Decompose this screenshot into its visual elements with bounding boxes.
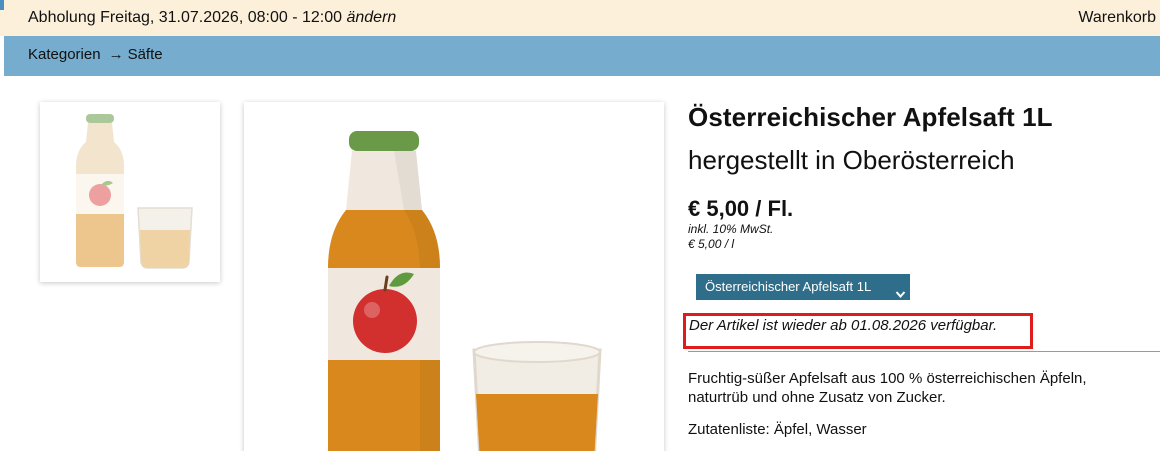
breadcrumb-categories[interactable]: Kategorien	[28, 46, 101, 63]
product-origin: hergestellt in Oberösterreich	[688, 145, 1015, 175]
juice-bottle-glass-illustration	[328, 131, 602, 451]
variant-select[interactable]: Österreichischer Apfelsaft 1L	[696, 274, 910, 300]
product-image	[244, 102, 664, 451]
product-thumbnail[interactable]	[40, 102, 220, 282]
section-divider	[688, 351, 1160, 352]
juice-bottle-icon	[76, 114, 193, 269]
breadcrumb-arrow: →	[108, 46, 124, 63]
product-price: € 5,00 / Fl.	[688, 196, 794, 221]
pickup-header: Abholung Freitag, 31.07.2026, 08:00 - 12…	[0, 0, 1160, 36]
breadcrumb: Kategorien → Säfte	[28, 36, 163, 74]
chevron-down-icon	[895, 282, 906, 308]
category-bar: Kategorien → Säfte	[4, 36, 1160, 76]
availability-notice: Der Artikel ist wieder ab 01.08.2026 ver…	[689, 317, 998, 334]
product-description: Fruchtig-süßer Apfelsaft aus 100 % öster…	[688, 370, 1087, 406]
header-accent	[0, 0, 4, 10]
pickup-info: Abholung Freitag, 31.07.2026, 08:00 - 12…	[28, 0, 396, 36]
cart-link[interactable]: Warenkorb	[1078, 0, 1156, 36]
product-title: Österreichischer Apfelsaft 1L	[688, 102, 1053, 132]
change-pickup-link[interactable]: ändern	[346, 9, 396, 26]
breadcrumb-current[interactable]: Säfte	[128, 46, 163, 63]
unit-price: € 5,00 / l	[688, 237, 735, 251]
ingredients-list: Zutatenliste: Äpfel, Wasser	[688, 421, 867, 438]
product-info: Österreichischer Apfelsaft 1L hergestell…	[688, 100, 1160, 252]
variant-selected-value: Österreichischer Apfelsaft 1L	[705, 279, 872, 294]
tax-note: inkl. 10% MwSt.	[688, 222, 774, 236]
pickup-text: Abholung Freitag, 31.07.2026, 08:00 - 12…	[28, 9, 343, 26]
